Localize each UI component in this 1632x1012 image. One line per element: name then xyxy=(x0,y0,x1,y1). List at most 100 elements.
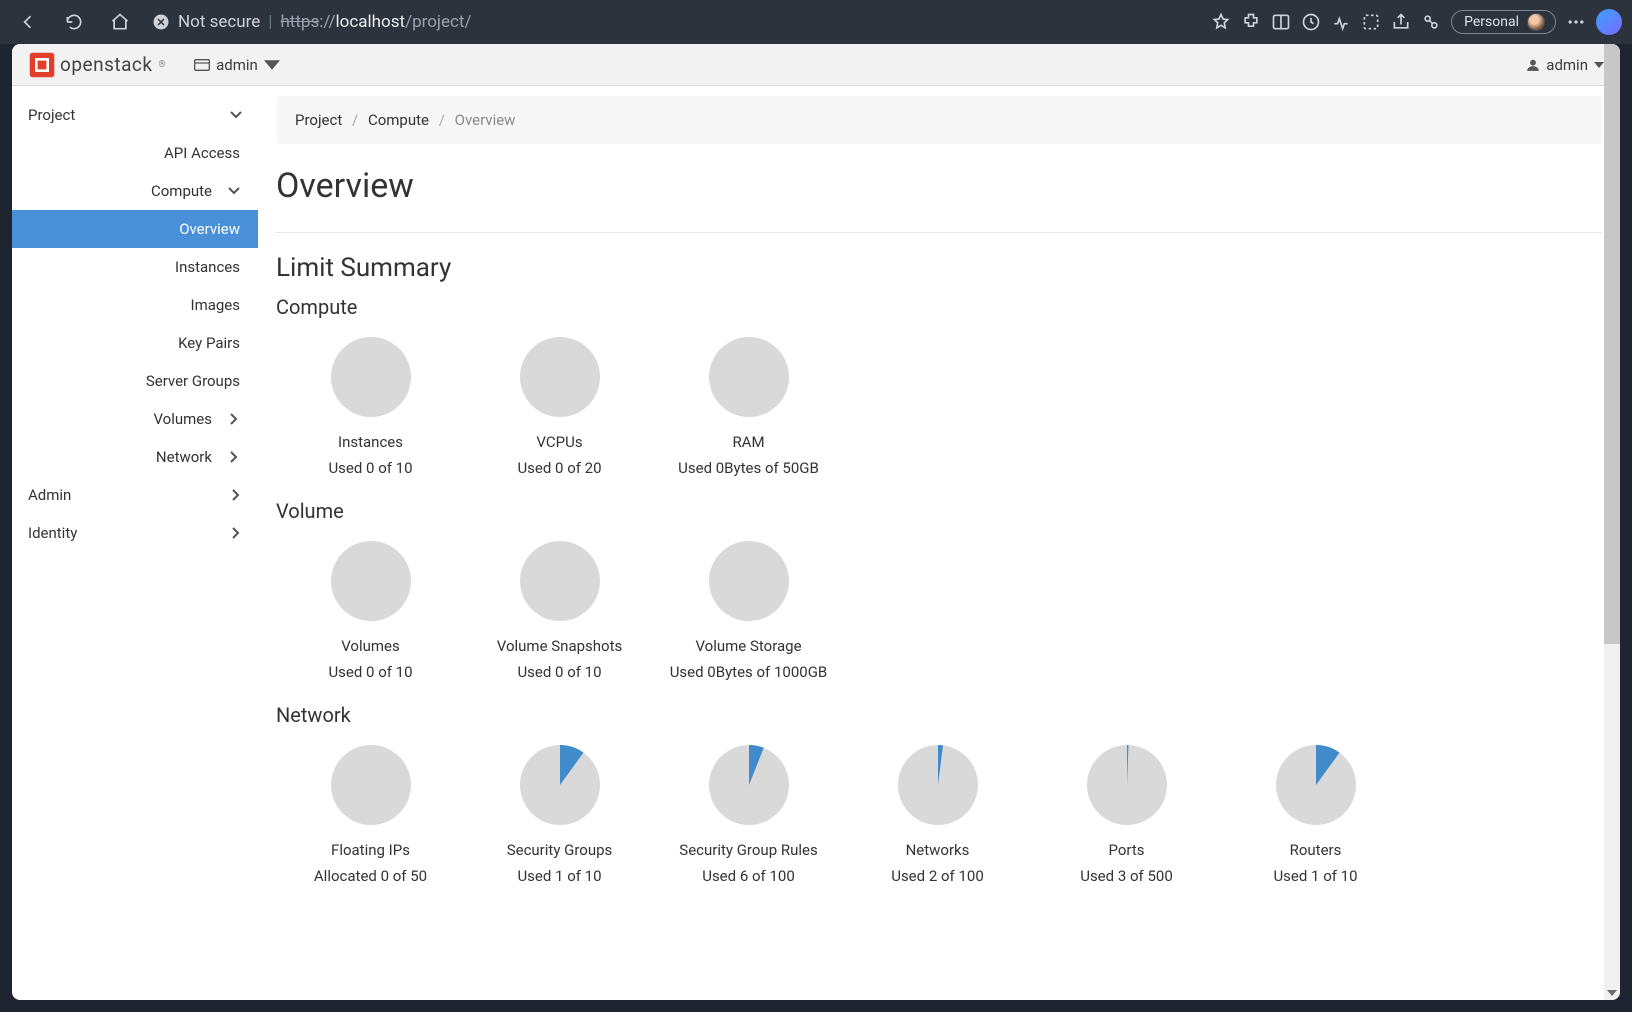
vertical-scrollbar[interactable] xyxy=(1604,44,1620,1000)
breadcrumb-project[interactable]: Project xyxy=(295,111,342,129)
sidebar-item-key-pairs[interactable]: Key Pairs xyxy=(12,324,258,362)
quota-item: Floating IPs Allocated 0 of 50 xyxy=(276,739,465,885)
quota-pie-icon xyxy=(709,541,789,621)
home-button[interactable] xyxy=(102,4,138,40)
breadcrumb: Project / Compute / Overview xyxy=(276,96,1602,144)
copilot-icon[interactable] xyxy=(1596,9,1622,35)
openstack-icon xyxy=(28,51,56,79)
project-selector[interactable]: admin xyxy=(194,56,280,74)
sidebar-item-overview[interactable]: Overview xyxy=(12,210,258,248)
scroll-down-icon[interactable] xyxy=(1607,988,1617,998)
quota-row-network: Floating IPsAllocated 0 of 50Security Gr… xyxy=(276,739,1602,885)
user-icon xyxy=(1526,58,1540,72)
quota-pie-icon xyxy=(520,337,600,417)
quota-label: VCPUs xyxy=(465,433,654,451)
performance-icon[interactable] xyxy=(1331,12,1351,32)
sidebar-item-network[interactable]: Network xyxy=(12,438,258,476)
quota-usage: Used 0 of 10 xyxy=(465,663,654,681)
quota-pie-icon xyxy=(331,337,411,417)
address-bar[interactable]: Not secure | https://localhost/project/ xyxy=(152,12,1197,32)
quota-label: Security Group Rules xyxy=(654,841,843,859)
quota-usage: Allocated 0 of 50 xyxy=(276,867,465,885)
quota-item: Volume Snapshots Used 0 of 10 xyxy=(465,535,654,681)
favorite-icon[interactable] xyxy=(1211,12,1231,32)
chevron-down-icon xyxy=(230,109,242,121)
quota-label: Volume Snapshots xyxy=(465,637,654,655)
quota-label: Routers xyxy=(1221,841,1410,859)
quota-usage: Used 0Bytes of 1000GB xyxy=(654,663,843,681)
sidebar-item-server-groups[interactable]: Server Groups xyxy=(12,362,258,400)
quota-usage: Used 0 of 10 xyxy=(276,663,465,681)
history-icon[interactable] xyxy=(1301,12,1321,32)
avatar xyxy=(1527,13,1545,31)
chevron-right-icon xyxy=(230,489,242,501)
quota-item: RoutersUsed 1 of 10 xyxy=(1221,739,1410,885)
quota-usage: Used 0 of 20 xyxy=(465,459,654,477)
caret-down-icon xyxy=(264,58,280,72)
quota-item: RAMUsed 0Bytes of 50GB xyxy=(654,331,843,477)
chevron-right-icon xyxy=(230,527,242,539)
quota-usage: Used 2 of 100 xyxy=(843,867,1032,885)
sidebar-item-api-access[interactable]: API Access xyxy=(12,134,258,172)
quota-label: Networks xyxy=(843,841,1032,859)
chevron-right-icon xyxy=(228,413,240,425)
quota-pie-icon xyxy=(331,745,411,825)
quota-pie-icon xyxy=(1087,745,1167,825)
browser-toolbar: Not secure | https://localhost/project/ … xyxy=(0,0,1632,44)
quota-label: Ports xyxy=(1032,841,1221,859)
app-topbar: openstack® admin admin xyxy=(12,44,1620,86)
main-content: Project / Compute / Overview Overview Li… xyxy=(258,86,1620,1000)
quota-item: Security GroupsUsed 1 of 10 xyxy=(465,739,654,885)
page-viewport: openstack® admin admin Project API Acces… xyxy=(12,44,1620,1000)
screenshot-icon[interactable] xyxy=(1361,12,1381,32)
caret-down-icon xyxy=(1594,62,1604,68)
split-screen-icon[interactable] xyxy=(1271,12,1291,32)
breadcrumb-current: Overview xyxy=(455,111,516,129)
sidebar-item-project[interactable]: Project xyxy=(12,96,258,134)
profile-button[interactable]: Personal xyxy=(1451,10,1556,34)
reload-button[interactable] xyxy=(56,4,92,40)
sidebar-item-compute[interactable]: Compute xyxy=(12,172,258,210)
quota-pie-icon xyxy=(520,745,600,825)
network-heading: Network xyxy=(276,703,1602,727)
back-button[interactable] xyxy=(10,4,46,40)
quota-item: Security Group Rules Used 6 of 100 xyxy=(654,739,843,885)
scroll-thumb[interactable] xyxy=(1604,44,1620,644)
sidebar-item-admin[interactable]: Admin xyxy=(12,476,258,514)
sidebar-item-volumes[interactable]: Volumes xyxy=(12,400,258,438)
quota-pie-icon xyxy=(709,337,789,417)
quota-label: Floating IPs xyxy=(276,841,465,859)
app-menu-icon[interactable] xyxy=(1421,12,1441,32)
sidebar: Project API Access Compute Overview Inst… xyxy=(12,86,258,1000)
sidebar-item-images[interactable]: Images xyxy=(12,286,258,324)
project-icon xyxy=(194,58,210,72)
quota-label: Volume Storage xyxy=(654,637,843,655)
limit-summary-heading: Limit Summary xyxy=(276,253,1602,283)
divider xyxy=(276,232,1602,233)
sidebar-item-instances[interactable]: Instances xyxy=(12,248,258,286)
quota-item: VCPUs Used 0 of 20 xyxy=(465,331,654,477)
quota-label: RAM xyxy=(654,433,843,451)
more-icon[interactable] xyxy=(1566,12,1586,32)
quota-row-volume: VolumesUsed 0 of 10Volume SnapshotsUsed … xyxy=(276,535,1602,681)
user-menu[interactable]: admin xyxy=(1526,56,1604,74)
breadcrumb-compute[interactable]: Compute xyxy=(368,111,429,129)
quota-usage: Used 6 of 100 xyxy=(654,867,843,885)
chevron-down-icon xyxy=(228,185,240,197)
not-secure-icon xyxy=(152,13,170,31)
security-status[interactable]: Not secure xyxy=(152,12,260,32)
share-icon[interactable] xyxy=(1391,12,1411,32)
extensions-icon[interactable] xyxy=(1241,12,1261,32)
volume-heading: Volume xyxy=(276,499,1602,523)
sidebar-item-identity[interactable]: Identity xyxy=(12,514,258,552)
quota-label: Security Groups xyxy=(465,841,654,859)
page-title: Overview xyxy=(276,166,1602,206)
quota-item: Networks Used 2 of 100 xyxy=(843,739,1032,885)
brand-logo[interactable]: openstack® xyxy=(28,51,166,79)
quota-item: Volume Storage Used 0Bytes of 1000GB xyxy=(654,535,843,681)
quota-row-compute: InstancesUsed 0 of 10VCPUsUsed 0 of 20RA… xyxy=(276,331,1602,477)
compute-heading: Compute xyxy=(276,295,1602,319)
quota-item: Volumes Used 0 of 10 xyxy=(276,535,465,681)
quota-item: PortsUsed 3 of 500 xyxy=(1032,739,1221,885)
quota-label: Volumes xyxy=(276,637,465,655)
